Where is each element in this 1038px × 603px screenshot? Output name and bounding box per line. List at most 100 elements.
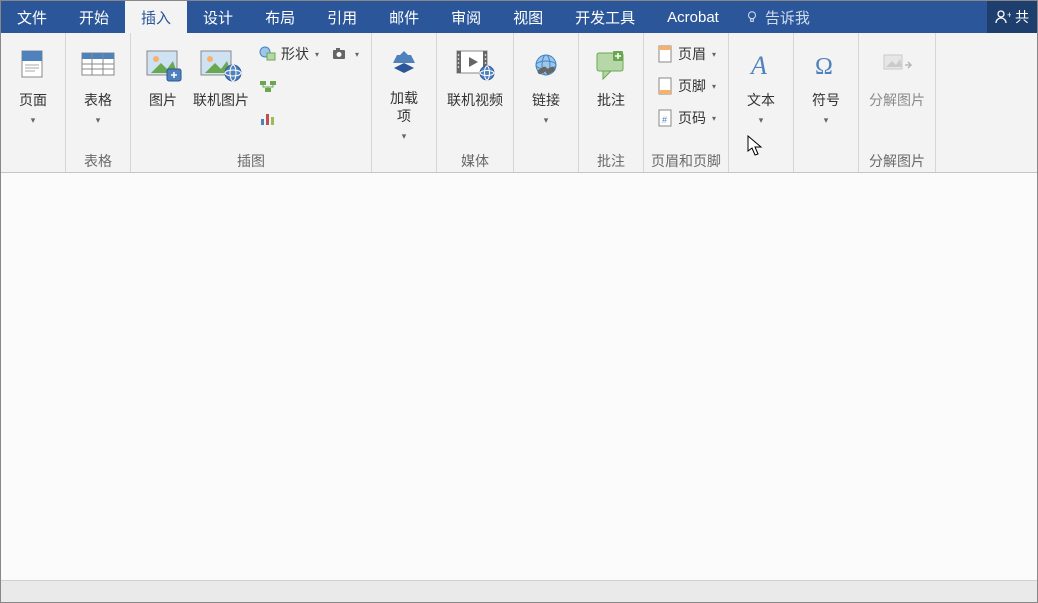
group-media-label: 媒体 — [443, 148, 507, 170]
footer-label: 页脚 — [678, 76, 706, 96]
group-headerfooter: 页眉 ▾ 页脚 ▾ # 页码 ▾ 页眉和页脚 — [644, 33, 729, 172]
table-button[interactable]: 表格 ▾ — [72, 37, 124, 145]
chevron-down-icon: ▾ — [712, 114, 716, 123]
tellme-search[interactable]: 告诉我 — [735, 1, 987, 33]
omega-icon: Ω — [811, 50, 841, 80]
shapes-label: 形状 — [281, 44, 309, 64]
header-label: 页眉 — [678, 44, 706, 64]
tab-insert[interactable]: 插入 — [125, 1, 187, 33]
online-video-button[interactable]: 联机视频 — [443, 37, 507, 145]
group-pages: 页面 ▾ — [1, 33, 66, 172]
online-picture-icon — [199, 47, 243, 83]
group-addins-label — [378, 148, 430, 170]
group-decompose-label: 分解图片 — [865, 148, 929, 170]
decompose-icon — [880, 51, 914, 79]
group-comments-label: 批注 — [585, 148, 637, 170]
footer-icon — [656, 77, 674, 95]
header-icon — [656, 45, 674, 63]
group-text-label — [735, 148, 787, 170]
ribbon-tabbar: 文件 开始 插入 设计 布局 引用 邮件 审阅 视图 开发工具 Acrobat … — [1, 1, 1037, 33]
shapes-button[interactable]: 形状 ▾ — [255, 39, 323, 69]
chevron-down-icon: ▾ — [31, 111, 36, 129]
group-links: 链接 ▾ — [514, 33, 579, 172]
tab-home[interactable]: 开始 — [63, 1, 125, 33]
screenshot-button[interactable]: ▾ — [327, 39, 363, 69]
page-number-icon: # — [656, 109, 674, 127]
chevron-down-icon: ▾ — [544, 111, 549, 129]
status-bar — [1, 580, 1037, 602]
group-addins: 加载项▾ — [372, 33, 437, 172]
links-label: 链接 — [532, 91, 560, 109]
tab-design[interactable]: 设计 — [187, 1, 249, 33]
chart-button[interactable] — [255, 103, 323, 133]
comment-label: 批注 — [597, 91, 625, 109]
chevron-down-icon: ▾ — [402, 127, 407, 145]
picture-icon — [143, 47, 183, 83]
tab-layout[interactable]: 布局 — [249, 1, 311, 33]
document-area[interactable] — [1, 173, 1037, 580]
tellme-label: 告诉我 — [765, 7, 810, 28]
group-links-label — [520, 148, 572, 170]
chevron-down-icon: ▾ — [824, 111, 829, 129]
online-video-label: 联机视频 — [447, 91, 503, 109]
tab-file[interactable]: 文件 — [1, 1, 63, 33]
group-tables-label: 表格 — [72, 148, 124, 170]
tab-developer[interactable]: 开发工具 — [559, 1, 651, 33]
lightbulb-icon — [745, 10, 759, 24]
user-share-area[interactable]: + 共 — [987, 1, 1037, 33]
online-video-icon — [454, 47, 496, 83]
svg-text:Ω: Ω — [815, 54, 833, 80]
group-comments: 批注 批注 — [579, 33, 644, 172]
screenshot-icon — [331, 45, 349, 63]
footer-button[interactable]: 页脚 ▾ — [652, 71, 720, 101]
tab-view[interactable]: 视图 — [497, 1, 559, 33]
pictures-button[interactable]: 图片 — [137, 37, 189, 145]
group-pages-label — [7, 148, 59, 170]
group-illustrations: 图片 联机图片 形状 ▾ — [131, 33, 372, 172]
pages-button[interactable]: 页面 ▾ — [7, 37, 59, 145]
online-pictures-label: 联机图片 — [193, 91, 249, 109]
group-symbols: Ω 符号 ▾ — [794, 33, 859, 172]
chevron-down-icon: ▾ — [712, 82, 716, 91]
comment-icon — [593, 49, 629, 81]
shapes-icon — [259, 45, 277, 63]
share-label-partial: 共 — [1015, 7, 1029, 27]
page-icon — [19, 49, 47, 81]
group-text: A 文本 ▾ — [729, 33, 794, 172]
decompose-picture-button[interactable]: 分解图片 — [865, 37, 929, 145]
table-icon — [80, 49, 116, 81]
group-decompose: 分解图片 分解图片 — [859, 33, 936, 172]
links-button[interactable]: 链接 ▾ — [520, 37, 572, 145]
svg-text:#: # — [662, 115, 667, 125]
table-label: 表格 — [84, 91, 112, 109]
tab-review[interactable]: 审阅 — [435, 1, 497, 33]
group-media: 联机视频 媒体 — [437, 33, 514, 172]
symbols-button[interactable]: Ω 符号 ▾ — [800, 37, 852, 145]
chart-icon — [259, 109, 277, 127]
smartart-button[interactable] — [255, 71, 323, 101]
page-number-label: 页码 — [678, 108, 706, 128]
chevron-down-icon: ▾ — [96, 111, 101, 129]
smartart-icon — [259, 77, 277, 95]
page-number-button[interactable]: # 页码 ▾ — [652, 103, 720, 133]
text-label: 文本 — [747, 91, 775, 109]
text-button[interactable]: A 文本 ▾ — [735, 37, 787, 145]
header-button[interactable]: 页眉 ▾ — [652, 39, 720, 69]
decompose-label: 分解图片 — [869, 91, 925, 109]
tab-acrobat[interactable]: Acrobat — [651, 1, 735, 33]
chevron-down-icon: ▾ — [355, 50, 359, 59]
group-symbols-label — [800, 148, 852, 170]
svg-text:+: + — [1007, 10, 1011, 20]
tab-references[interactable]: 引用 — [311, 1, 373, 33]
online-pictures-button[interactable]: 联机图片 — [189, 37, 253, 145]
symbols-label: 符号 — [812, 91, 840, 109]
group-illustrations-label: 插图 — [137, 148, 365, 170]
chevron-down-icon: ▾ — [712, 50, 716, 59]
tab-mailings[interactable]: 邮件 — [373, 1, 435, 33]
svg-text:A: A — [749, 51, 767, 80]
pages-label: 页面 — [19, 91, 47, 109]
addins-button[interactable]: 加载项▾ — [378, 37, 430, 145]
comment-button[interactable]: 批注 — [585, 37, 637, 145]
group-headerfooter-label: 页眉和页脚 — [650, 148, 722, 170]
chevron-down-icon: ▾ — [759, 111, 764, 129]
